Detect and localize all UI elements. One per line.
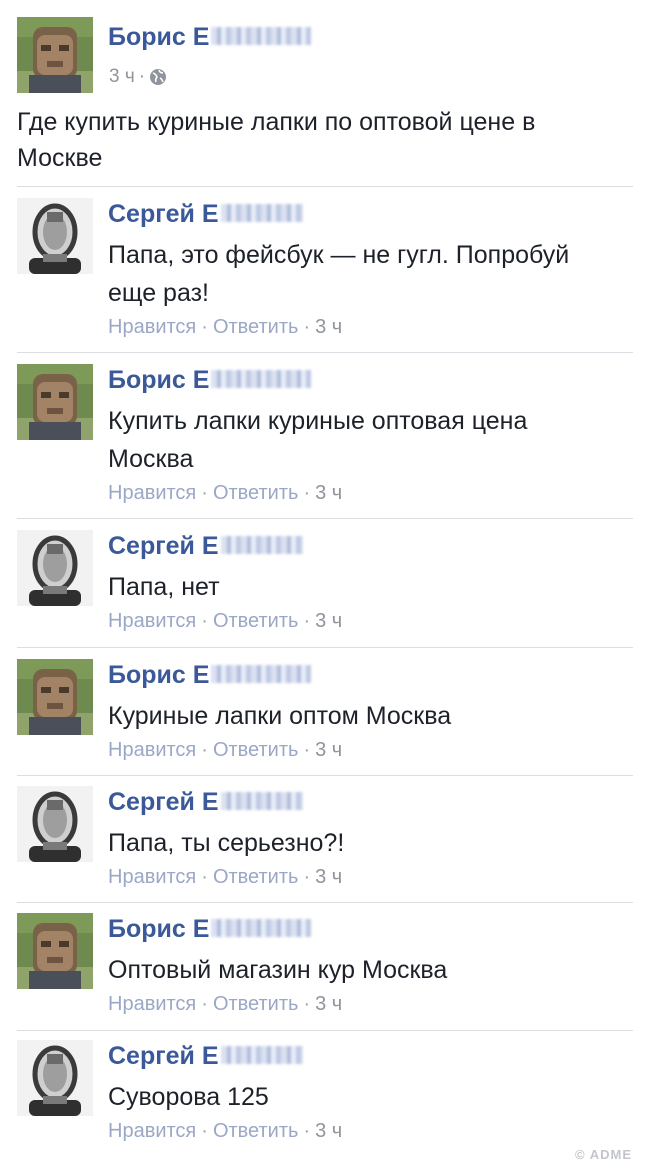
comment-author-name[interactable]: Борис Е [108,915,312,944]
blurred-surname [220,792,303,811]
default-avatar[interactable] [17,1040,93,1116]
action-separator: · [201,739,208,761]
comment-author-name[interactable]: Сергей Е [108,532,303,561]
post-author-label[interactable]: Борис Е [108,23,209,51]
comment-author-label[interactable]: Сергей Е [108,200,219,228]
action-separator: · [303,610,311,632]
reply-link[interactable]: Ответить [213,482,299,504]
action-separator: · [303,739,311,761]
like-link[interactable]: Нравится [108,1120,196,1142]
comment-actions: Нравится · Ответить · 3 ч [108,610,342,633]
comment-actions: Нравится · Ответить · 3 ч [108,482,342,505]
reply-link[interactable]: Ответить [213,993,299,1015]
action-separator: · [201,316,208,338]
comment-author-name[interactable]: Сергей Е [108,1042,303,1071]
comment-divider [17,902,633,903]
reply-link[interactable]: Ответить [213,610,299,632]
post-author-name[interactable]: Борис Е [108,23,312,52]
blurred-surname [211,27,312,46]
default-avatar[interactable] [17,786,93,862]
comment-text: Папа, нет [108,573,220,601]
comment-divider [17,352,633,353]
comment-actions: Нравится · Ответить · 3 ч [108,866,342,889]
post-time[interactable]: 3 ч [109,66,135,88]
comment-time[interactable]: 3 ч [315,316,342,338]
action-separator: · [201,1120,208,1142]
comment-time[interactable]: 3 ч [315,482,342,504]
comment-time[interactable]: 3 ч [315,866,342,888]
like-link[interactable]: Нравится [108,866,196,888]
action-separator: · [303,866,311,888]
comment-author-label[interactable]: Борис Е [108,366,209,394]
reply-link[interactable]: Ответить [213,1120,299,1142]
action-separator: · [201,993,208,1015]
comment-author-name[interactable]: Борис Е [108,661,312,690]
comment-author-label[interactable]: Сергей Е [108,1042,219,1070]
comment-text: Купить лапки куриные оптовая цена Москва [108,407,528,473]
default-avatar[interactable] [17,530,93,606]
comment-text: Папа, ты серьезно?! [108,829,345,857]
author-avatar[interactable] [17,913,93,989]
blurred-surname [220,204,303,223]
comment-author-label[interactable]: Сергей Е [108,788,219,816]
comment-time[interactable]: 3 ч [315,610,342,632]
action-separator: · [303,482,311,504]
author-avatar[interactable] [17,659,93,735]
comment-divider [17,186,633,187]
comment-text: Папа, это фейсбук — не гугл. Попробуй ещ… [108,241,570,307]
comment-time[interactable]: 3 ч [315,1120,342,1142]
action-separator: · [201,610,208,632]
like-link[interactable]: Нравится [108,610,196,632]
author-avatar[interactable] [17,364,93,440]
comment-author-label[interactable]: Борис Е [108,915,209,943]
comment-time[interactable]: 3 ч [315,993,342,1015]
like-link[interactable]: Нравится [108,482,196,504]
comment-author-name[interactable]: Сергей Е [108,200,303,229]
action-separator: · [303,1120,311,1142]
comment-author-name[interactable]: Борис Е [108,366,312,395]
comment-actions: Нравится · Ответить · 3 ч [108,316,342,339]
meta-separator: · [138,66,146,87]
reply-link[interactable]: Ответить [213,866,299,888]
comment-text: Оптовый магазин кур Москва [108,956,448,984]
action-separator: · [201,482,208,504]
comment-actions: Нравится · Ответить · 3 ч [108,739,342,762]
comment-author-name[interactable]: Сергей Е [108,788,303,817]
comment-author-label[interactable]: Борис Е [108,661,209,689]
blurred-surname [211,665,312,684]
comment-divider [17,775,633,776]
comment-actions: Нравится · Ответить · 3 ч [108,993,342,1016]
action-separator: · [201,866,208,888]
blurred-surname [220,1046,303,1065]
comment-divider [17,1030,633,1031]
post-header: Борис Е 3 ч · [17,17,637,93]
reply-link[interactable]: Ответить [213,316,299,338]
like-link[interactable]: Нравится [108,993,196,1015]
default-avatar[interactable] [17,198,93,274]
comment-divider [17,518,633,519]
action-separator: · [303,316,311,338]
comment-actions: Нравится · Ответить · 3 ч [108,1120,342,1143]
comment-text: Куриные лапки оптом Москва [108,702,452,730]
watermark: © ADME [575,1147,632,1162]
author-avatar[interactable] [17,17,93,93]
like-link[interactable]: Нравится [108,739,196,761]
post-text: Где купить куриные лапки по оптовой цене… [17,108,536,172]
blurred-surname [220,536,303,555]
globe-icon [149,68,167,86]
post-meta: 3 ч · [109,66,167,88]
reply-link[interactable]: Ответить [213,739,299,761]
action-separator: · [303,993,311,1015]
blurred-surname [211,919,312,938]
comment-author-label[interactable]: Сергей Е [108,532,219,560]
like-link[interactable]: Нравится [108,316,196,338]
comment-time[interactable]: 3 ч [315,739,342,761]
blurred-surname [211,370,312,389]
comment-text: Суворова 125 [108,1083,269,1111]
comment-divider [17,647,633,648]
